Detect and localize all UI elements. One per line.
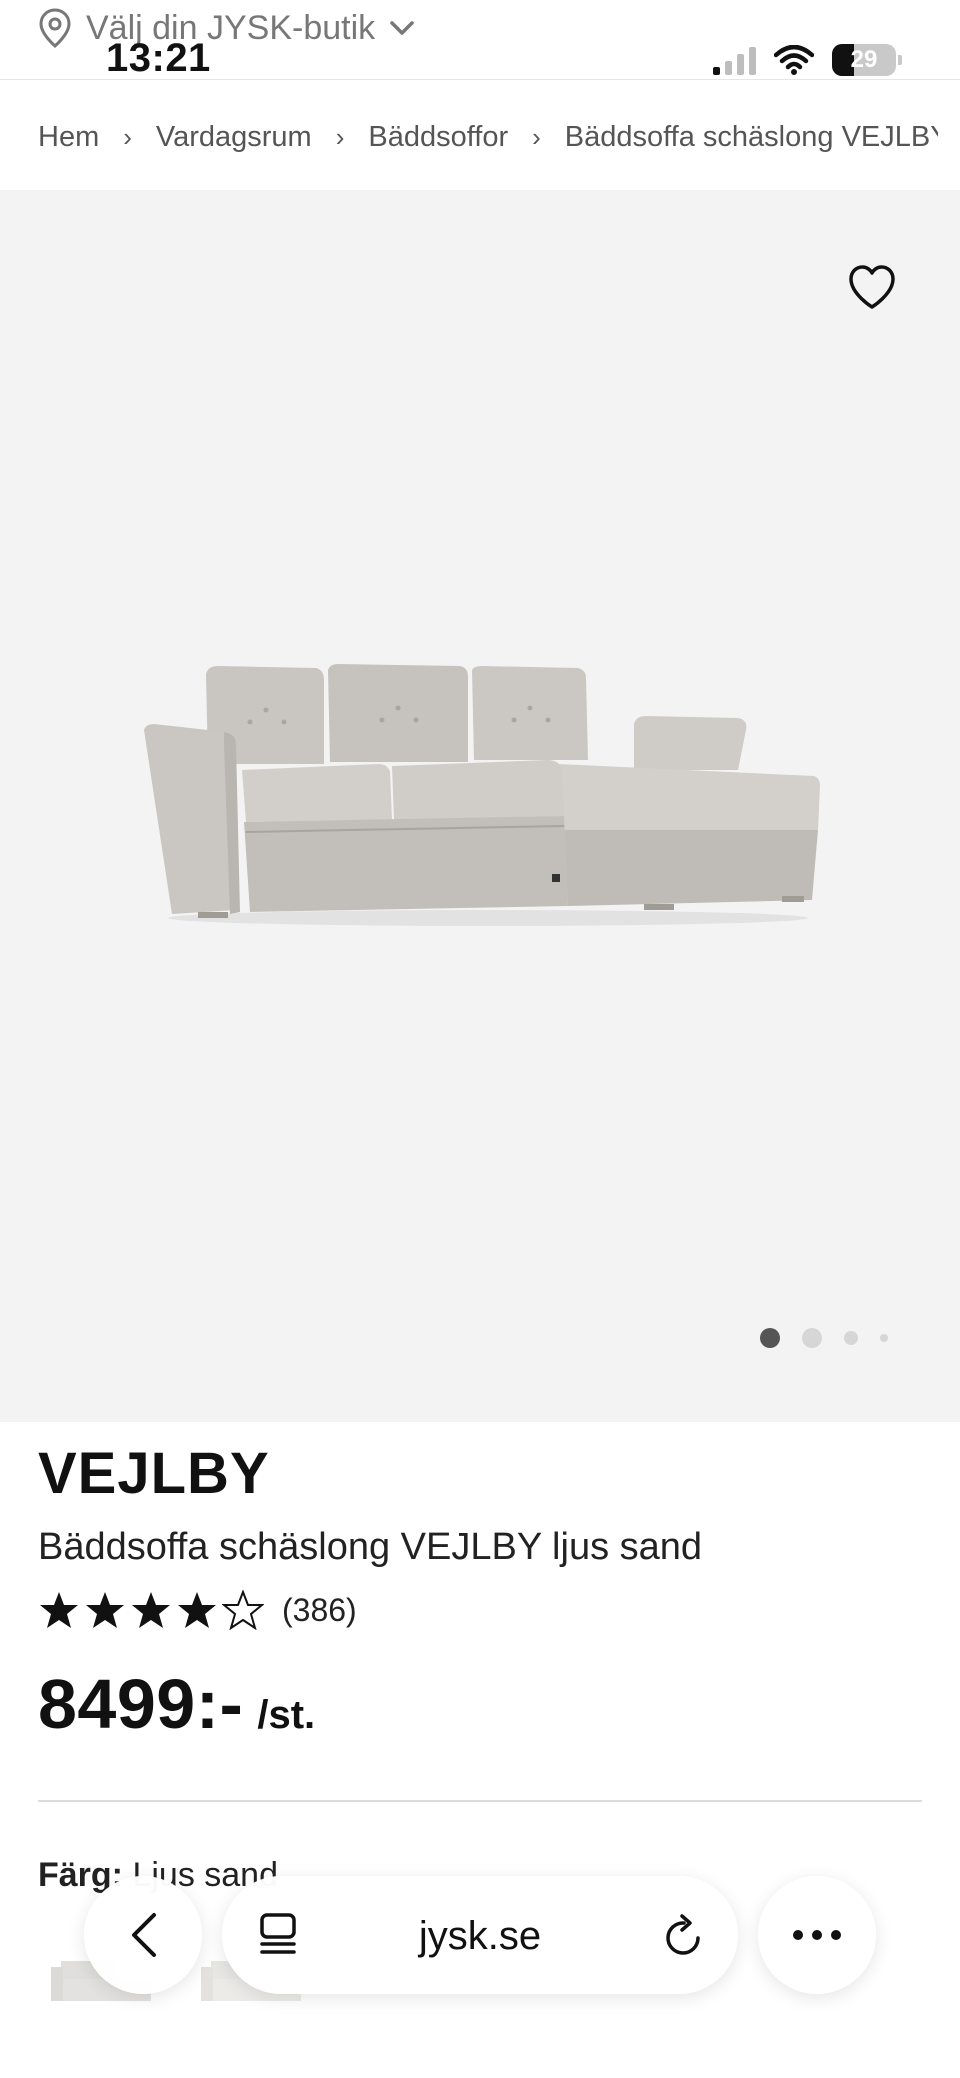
- star-filled-icon: [86, 1592, 124, 1628]
- wifi-icon: [774, 45, 814, 75]
- chevron-down-icon: [390, 21, 414, 35]
- gallery-dot[interactable]: [880, 1334, 888, 1342]
- star-filled-icon: [40, 1592, 78, 1628]
- gallery-pagination: [760, 1328, 888, 1348]
- breadcrumb-separator: ›: [532, 121, 541, 152]
- store-selector[interactable]: Välj din JYSK-butik: [38, 8, 415, 48]
- breadcrumb-separator: ›: [335, 121, 345, 152]
- star-filled-icon: [178, 1592, 216, 1628]
- gallery-dot[interactable]: [844, 1331, 858, 1345]
- gallery-dot[interactable]: [802, 1328, 822, 1348]
- star-filled-icon: [132, 1592, 170, 1628]
- url-text: jysk.se: [418, 1914, 542, 1958]
- price-unit: /st.: [257, 1693, 316, 1737]
- heart-icon[interactable]: [846, 262, 898, 314]
- address-bar[interactable]: jysk.se: [222, 1876, 738, 1994]
- product-brand: VEJLBY: [38, 1441, 270, 1506]
- back-button[interactable]: [84, 1876, 202, 1994]
- review-count: (386): [282, 1591, 357, 1628]
- product-rating[interactable]: (386): [38, 1590, 357, 1630]
- sofa-image: [144, 664, 820, 926]
- breadcrumb-current: Bäddsoffa schäslong VEJLBY ljus sand: [564, 120, 938, 153]
- breadcrumb-separator: ›: [123, 121, 132, 152]
- price-row: 8499:- /st.: [38, 1664, 315, 1744]
- battery-level: 29: [850, 46, 878, 73]
- divider: [38, 1800, 922, 1802]
- product-name: Bäddsoffa schäslong VEJLBY ljus sand: [38, 1526, 703, 1568]
- location-pin-icon: [39, 8, 71, 48]
- rating-stars: [38, 1590, 264, 1630]
- breadcrumb: Hem › Vardagsrum › Bäddsoffor › Bäddsoff…: [38, 112, 938, 162]
- back-arrow-icon: [132, 1913, 156, 1957]
- more-button[interactable]: [758, 1876, 876, 1994]
- gallery-dot-active[interactable]: [760, 1328, 780, 1348]
- battery-indicator: 29: [832, 44, 902, 76]
- star-empty-icon: [222, 1590, 264, 1630]
- breadcrumb-home[interactable]: Hem: [38, 121, 99, 154]
- product-price: 8499:-: [38, 1665, 244, 1743]
- breadcrumb-baddsoffor[interactable]: Bäddsoffor: [368, 121, 508, 154]
- signal-icon: [713, 45, 756, 75]
- more-icon: [793, 1930, 841, 1940]
- breadcrumb-vardagsrum[interactable]: Vardagsrum: [156, 121, 312, 154]
- browser-toolbar: jysk.se: [0, 1876, 960, 2000]
- status-time: 13:21: [106, 36, 211, 80]
- top-bar: Välj din JYSK-butik 13:21 29: [0, 0, 960, 80]
- status-icons: 29: [713, 44, 902, 76]
- product-gallery[interactable]: [0, 190, 960, 1422]
- reload-icon[interactable]: [662, 1912, 704, 1958]
